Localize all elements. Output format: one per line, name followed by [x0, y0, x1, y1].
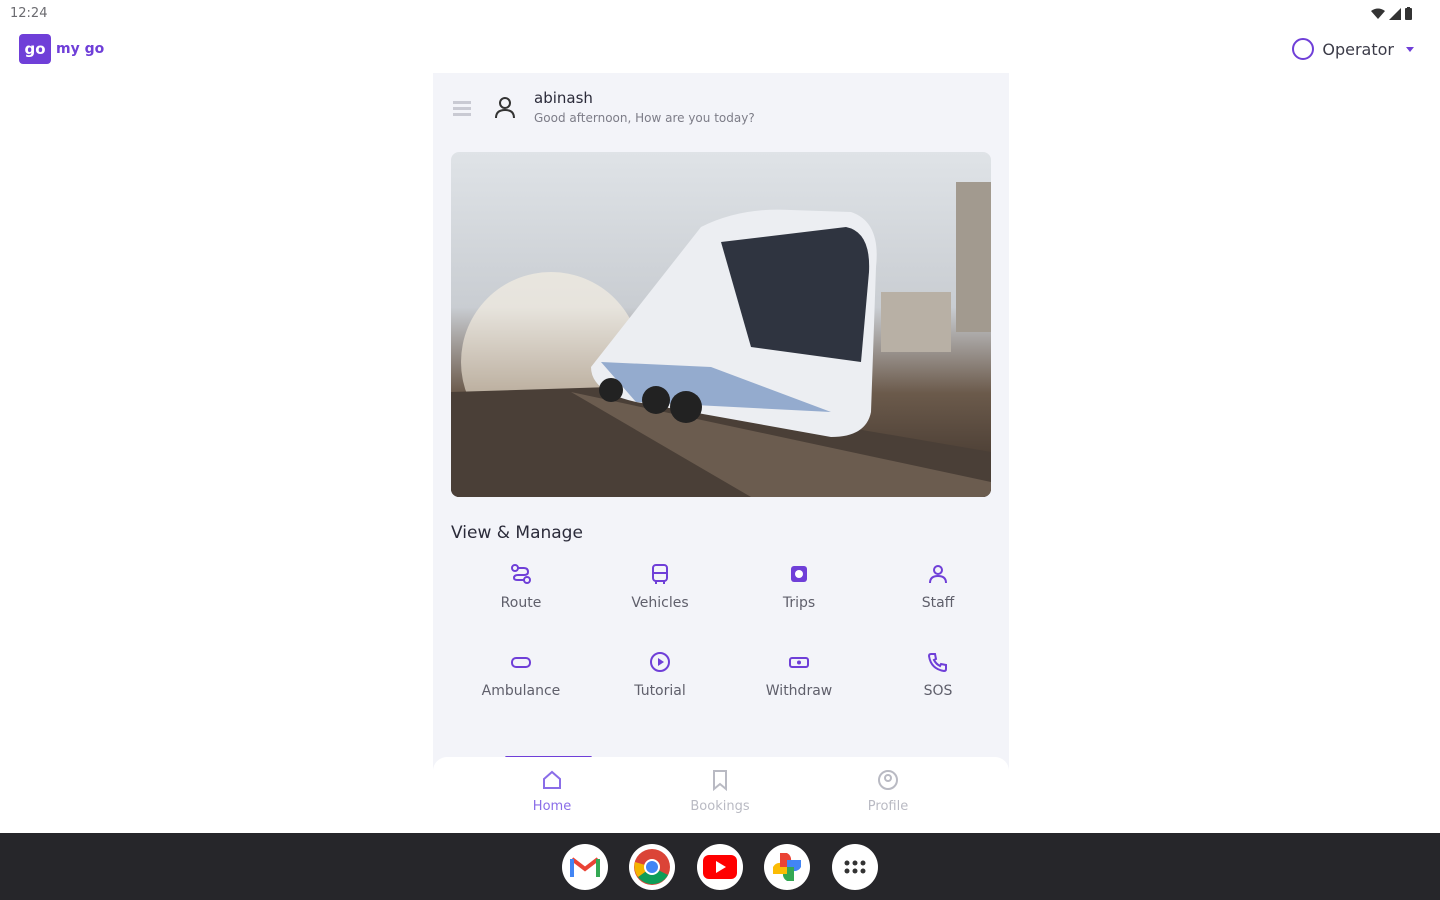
staff-icon: [929, 565, 947, 584]
tile-label: Withdraw: [765, 683, 833, 699]
battery-icon: [1405, 7, 1412, 20]
tile-label: Ambulance: [481, 683, 561, 699]
nav-bookings[interactable]: Bookings: [660, 769, 780, 814]
operator-dropdown[interactable]: Operator: [1292, 38, 1414, 60]
tile-label: Vehicles: [631, 595, 689, 611]
hero-bus-image: [451, 152, 991, 497]
top-app-bar: go my go Operator: [0, 30, 1440, 70]
bookmark-icon: [713, 770, 727, 792]
status-bar: 12:24: [0, 0, 1440, 28]
phone-icon: [927, 653, 947, 673]
app-drawer-icon[interactable]: [832, 844, 878, 890]
taskbar: [0, 833, 1440, 900]
operator-avatar-icon: [1292, 38, 1315, 60]
profile-icon: [878, 770, 898, 790]
greeting-header: abinash Good afternoon, How are you toda…: [451, 85, 991, 133]
tile-trips[interactable]: Trips: [729, 563, 869, 633]
chevron-down-icon: [1406, 46, 1414, 52]
route-icon: [511, 564, 531, 584]
tile-label: Staff: [921, 595, 955, 611]
home-icon: [543, 770, 561, 789]
bus-icon: [652, 564, 668, 584]
user-icon[interactable]: [491, 93, 519, 121]
withdraw-icon: [789, 657, 809, 668]
nav-bookings-label: Bookings: [690, 799, 750, 814]
tile-withdraw[interactable]: Withdraw: [729, 651, 869, 721]
gmail-icon[interactable]: [562, 844, 608, 890]
nav-profile[interactable]: Profile: [828, 769, 948, 814]
logo-mark: go: [19, 34, 51, 64]
wifi-icon: [1371, 8, 1385, 19]
nav-profile-label: Profile: [867, 799, 909, 814]
menu-icon[interactable]: [453, 101, 471, 117]
status-time: 12:24: [10, 6, 48, 21]
status-icons: [1371, 7, 1412, 20]
tile-label: Trips: [782, 595, 816, 611]
nav-home[interactable]: Home: [492, 769, 612, 814]
tile-staff[interactable]: Staff: [868, 563, 1008, 633]
greeting-message: Good afternoon, How are you today?: [534, 111, 755, 125]
tile-label: Route: [500, 595, 542, 611]
signal-icon: [1389, 7, 1401, 20]
tile-ambulance[interactable]: Ambulance: [451, 651, 591, 721]
bottom-navigation: Home Bookings Profile: [433, 757, 1009, 833]
tile-label: SOS: [923, 683, 953, 699]
home-panel: abinash Good afternoon, How are you toda…: [433, 73, 1009, 833]
play-icon: [650, 652, 670, 672]
photos-icon[interactable]: [764, 844, 810, 890]
app-logo[interactable]: go my go: [19, 34, 104, 64]
tile-vehicles[interactable]: Vehicles: [590, 563, 730, 633]
section-title: View & Manage: [451, 523, 583, 543]
user-name: abinash: [534, 89, 593, 107]
tile-label: Tutorial: [634, 683, 686, 699]
chrome-icon[interactable]: [629, 844, 675, 890]
youtube-icon[interactable]: [697, 844, 743, 890]
tile-tutorial[interactable]: Tutorial: [590, 651, 730, 721]
nav-home-label: Home: [532, 799, 572, 814]
trips-icon: [791, 566, 807, 582]
logo-text: my go: [56, 41, 105, 57]
tile-sos[interactable]: SOS: [868, 651, 1008, 721]
ambulance-icon: [511, 657, 531, 668]
operator-label: Operator: [1322, 39, 1394, 59]
tile-route[interactable]: Route: [451, 563, 591, 633]
